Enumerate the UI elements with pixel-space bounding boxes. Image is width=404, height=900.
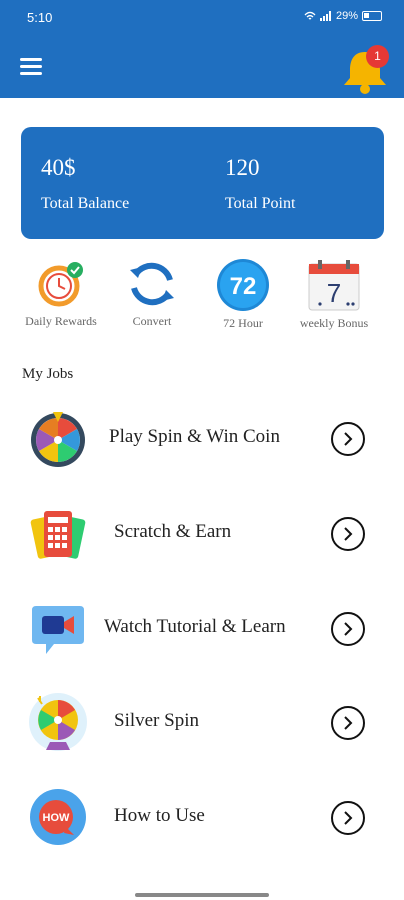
job-label: Scratch & Earn: [114, 521, 232, 542]
quick-72-hour[interactable]: 72 72 Hour: [198, 258, 288, 331]
battery-percent: 29%: [335, 10, 358, 22]
home-indicator[interactable]: [135, 893, 269, 897]
silver-wheel-icon: [29, 693, 87, 751]
job-silver-spin[interactable]: Silver Spin: [0, 684, 404, 764]
job-arrow-button[interactable]: [331, 517, 365, 551]
chevron-right-icon: [344, 432, 353, 446]
calendar-icon: 7: [308, 260, 360, 311]
quick-label: 72 Hour: [223, 316, 263, 330]
status-bar: 5:10 29%: [0, 0, 404, 36]
calendar-day-text: 7: [327, 278, 341, 308]
chevron-right-icon: [344, 527, 353, 541]
72-badge-text: 72: [230, 273, 257, 300]
quick-label: weekly Bonus: [299, 316, 369, 330]
battery-icon: [362, 11, 382, 21]
menu-button[interactable]: [20, 58, 44, 78]
job-play-spin[interactable]: Play Spin & Win Coin: [0, 400, 404, 480]
notification-badge: 1: [366, 45, 389, 68]
how-badge-icon: HOW: [30, 789, 86, 845]
job-arrow-button[interactable]: [331, 706, 365, 740]
chevron-right-icon: [344, 622, 353, 636]
job-how-to-use[interactable]: HOW How to Use: [0, 779, 404, 859]
total-point-label: Total Point: [225, 195, 296, 212]
chevron-right-icon: [344, 716, 353, 730]
balance-card: 40$ Total Balance 120 Total Point: [21, 127, 384, 239]
scratch-card-icon: [30, 511, 86, 559]
video-camera-icon: [32, 606, 84, 654]
app-header: 5:10 29% 1: [0, 0, 404, 98]
wifi-icon: [304, 11, 316, 20]
quick-convert[interactable]: Convert: [107, 258, 197, 329]
spin-wheel-icon: [31, 412, 85, 467]
quick-daily-rewards[interactable]: Daily Rewards: [16, 258, 106, 329]
quick-label: Daily Rewards: [25, 314, 97, 328]
signal-icon: [319, 11, 331, 21]
quick-weekly-bonus[interactable]: 7 weekly Bonus: [289, 258, 379, 331]
job-label: How to Use: [114, 805, 205, 826]
status-icons: 29%: [304, 10, 382, 22]
job-arrow-button[interactable]: [331, 422, 365, 456]
clock-check-icon: [38, 262, 83, 307]
my-jobs-title: My Jobs: [22, 366, 74, 382]
status-time: 5:10: [27, 10, 53, 25]
total-point-value: 120: [225, 155, 260, 180]
refresh-icon: [130, 262, 174, 306]
job-scratch-earn[interactable]: Scratch & Earn: [0, 495, 404, 575]
job-arrow-button[interactable]: [331, 612, 365, 646]
how-badge-text: HOW: [43, 812, 71, 824]
72-badge-icon: 72: [217, 259, 269, 311]
job-label: Play Spin & Win Coin: [109, 426, 280, 447]
total-balance-value: 40$: [41, 155, 76, 180]
job-label: Watch Tutorial & Learn: [104, 616, 286, 637]
job-label: Silver Spin: [114, 710, 199, 731]
job-watch-tutorial[interactable]: Watch Tutorial & Learn: [0, 590, 404, 670]
hamburger-icon: [20, 58, 42, 61]
total-balance-label: Total Balance: [41, 195, 130, 212]
chevron-right-icon: [344, 811, 353, 825]
job-arrow-button[interactable]: [331, 801, 365, 835]
quick-label: Convert: [132, 314, 172, 328]
